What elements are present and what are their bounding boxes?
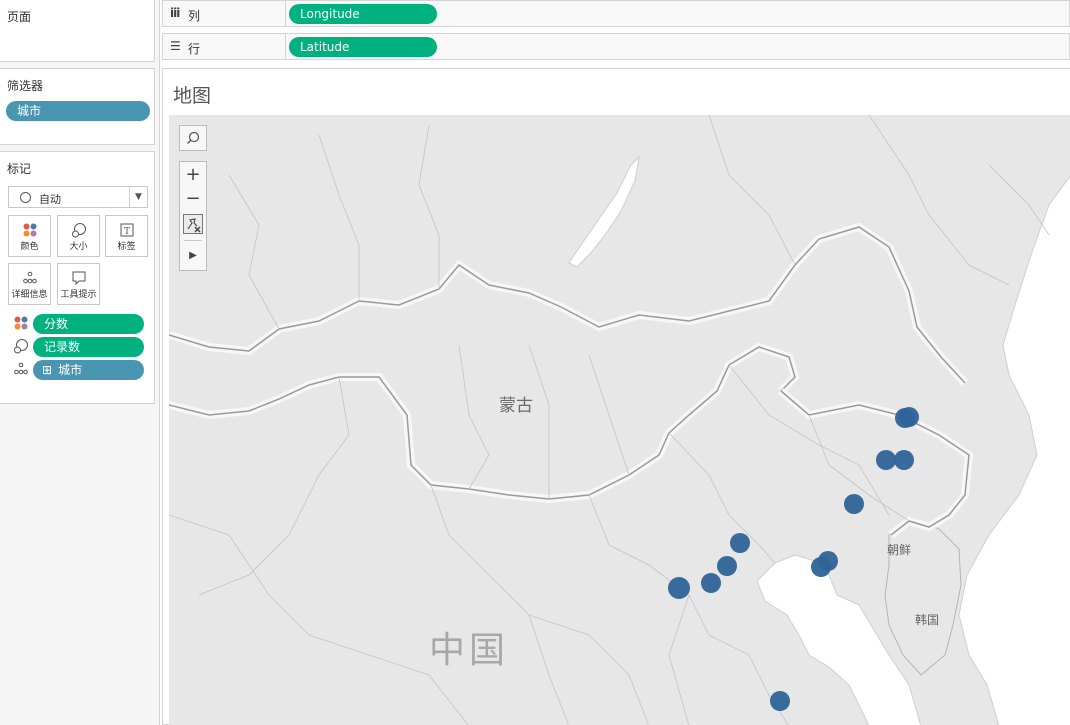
- marks-pill-score[interactable]: 分数: [33, 314, 144, 334]
- filters-panel-title: 筛选器: [7, 79, 44, 93]
- city-mark[interactable]: [811, 557, 831, 577]
- detail-button[interactable]: 详细信息: [8, 263, 51, 305]
- city-mark[interactable]: [730, 533, 750, 553]
- label-button-label: 标签: [117, 242, 136, 252]
- pages-panel-title: 页面: [7, 10, 32, 24]
- city-mark[interactable]: [770, 691, 790, 711]
- rows-shelf-label: 行: [188, 42, 201, 56]
- tooltip-icon: [58, 270, 99, 286]
- columns-pill-longitude[interactable]: Longitude: [289, 4, 437, 24]
- toolbar-divider: [184, 240, 202, 241]
- city-mark[interactable]: [894, 450, 914, 470]
- play-icon: ▶: [189, 250, 197, 261]
- columns-shelf-label-area: iii 列: [163, 1, 286, 26]
- expand-icon: ⊞: [42, 363, 53, 377]
- marks-panel-title: 标记: [7, 162, 32, 176]
- tooltip-button[interactable]: 工具提示: [57, 263, 100, 305]
- color-button[interactable]: 颜色: [8, 215, 51, 257]
- rows-shelf-label-area: ☰ 行: [163, 34, 286, 59]
- map-view[interactable]: 蒙古 中国 朝鲜 韩国 + − ▶: [169, 115, 1070, 725]
- search-icon: [187, 131, 200, 144]
- zoom-in-icon: +: [185, 164, 201, 185]
- mark-type-value: 自动: [39, 193, 61, 206]
- label-icon: T: [106, 222, 147, 238]
- marks-pill-record-count[interactable]: 记录数: [33, 337, 144, 357]
- columns-shelf: iii 列 Longitude: [162, 0, 1070, 27]
- size-icon: [13, 338, 29, 354]
- color-button-label: 颜色: [20, 242, 39, 252]
- marks-pill-city[interactable]: ⊞ 城市: [33, 360, 144, 380]
- sheet-title: 地图: [173, 85, 212, 107]
- city-mark[interactable]: [668, 577, 690, 599]
- worksheet: 地图 蒙古 中国 朝鲜 韩国 + − ▶: [162, 68, 1070, 725]
- pin-button[interactable]: [183, 214, 203, 234]
- color-icon: [9, 222, 50, 238]
- map-search-button[interactable]: [179, 125, 207, 151]
- detail-button-label: 详细信息: [11, 290, 48, 300]
- map-zoom-toolbar: + − ▶: [179, 161, 207, 271]
- circle-icon: [20, 192, 31, 203]
- rows-icon: ☰: [170, 39, 181, 53]
- city-mark[interactable]: [895, 408, 915, 428]
- size-icon: [58, 222, 99, 238]
- color-icon: [13, 315, 29, 331]
- mark-type-dropdown[interactable]: 自动 ▼: [8, 186, 148, 208]
- chevron-down-icon: ▼: [129, 187, 147, 207]
- zoom-out-icon: −: [185, 188, 201, 209]
- detail-icon: [13, 361, 29, 377]
- city-mark[interactable]: [844, 494, 864, 514]
- city-mark[interactable]: [717, 556, 737, 576]
- expand-toolbar-button[interactable]: ▶: [180, 244, 206, 268]
- columns-icon: iii: [170, 6, 180, 20]
- marks-pill-city-label: 城市: [58, 363, 83, 377]
- label-button[interactable]: T 标签: [105, 215, 148, 257]
- size-button[interactable]: 大小: [57, 215, 100, 257]
- columns-shelf-label: 列: [188, 9, 201, 23]
- filters-panel: 筛选器 城市: [0, 68, 155, 145]
- tooltip-button-label: 工具提示: [60, 290, 97, 300]
- detail-icon: [9, 270, 50, 286]
- zoom-in-button[interactable]: +: [180, 162, 206, 188]
- city-mark[interactable]: [876, 450, 896, 470]
- size-button-label: 大小: [69, 242, 88, 252]
- rows-shelf: ☰ 行 Latitude: [162, 33, 1070, 60]
- filter-pill-city[interactable]: 城市: [6, 101, 150, 121]
- city-marks-layer: [668, 407, 919, 711]
- rows-pill-latitude[interactable]: Latitude: [289, 37, 437, 57]
- svg-text:T: T: [123, 227, 129, 237]
- pin-icon: [187, 218, 201, 233]
- zoom-out-button[interactable]: −: [180, 188, 206, 212]
- pages-panel: 页面: [0, 0, 155, 62]
- city-mark[interactable]: [701, 573, 721, 593]
